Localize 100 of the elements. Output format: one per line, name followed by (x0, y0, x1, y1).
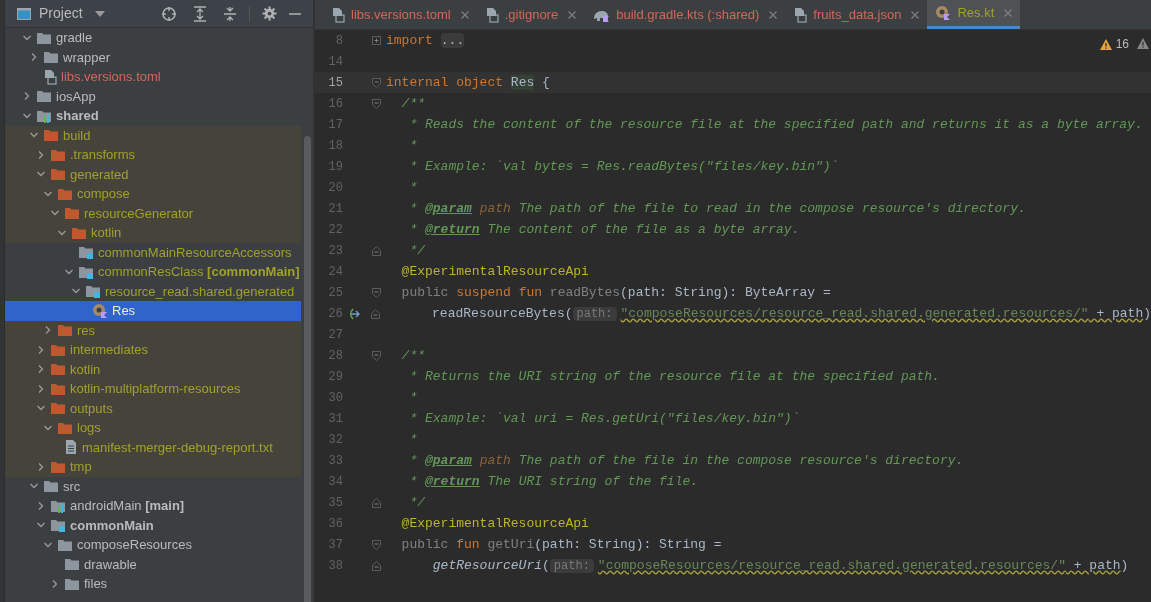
chevron-right-icon[interactable] (36, 461, 46, 472)
fold-icon[interactable] (371, 350, 381, 361)
folder-icon (50, 167, 66, 182)
close-icon[interactable] (911, 10, 920, 19)
settings-icon[interactable] (262, 6, 277, 21)
chevron-right-icon[interactable] (36, 364, 46, 375)
editor-tab[interactable]: Res.kt (927, 0, 1021, 29)
tree-row[interactable]: libs.versions.toml (5, 67, 301, 87)
tab-label: libs.versions.toml (351, 5, 451, 24)
line-number: 16 (327, 95, 343, 113)
tab-label: .gitignore (504, 5, 559, 24)
chevron-right-icon[interactable] (29, 52, 39, 63)
tree-row[interactable]: shared (5, 106, 301, 126)
expand-fold-icon[interactable] (371, 36, 381, 45)
fold-icon[interactable] (371, 77, 381, 88)
tree-row[interactable]: src (5, 476, 301, 496)
tab-label: build.gradle.kts (:shared) (616, 5, 760, 24)
fold-icon[interactable] (370, 308, 380, 319)
line-number: 20 (327, 179, 343, 197)
fold-icon[interactable] (371, 560, 381, 571)
warning-indicator[interactable]: 16 (1099, 35, 1129, 53)
tree-row[interactable]: logs (5, 418, 301, 438)
tree-item-label: androidMain [main] (70, 497, 185, 515)
tree-row[interactable]: resource_read.shared.generated (5, 281, 301, 301)
config-file-icon (43, 68, 57, 85)
line-number: 37 (327, 536, 343, 554)
tree-row[interactable]: outputs (5, 398, 301, 418)
tree-row[interactable]: compose (5, 184, 301, 204)
tree-row[interactable]: kotlin (5, 223, 301, 243)
tree-row[interactable]: commonMain (5, 515, 301, 535)
chevron-right-icon[interactable] (22, 91, 32, 102)
chevron-right-icon[interactable] (50, 578, 60, 589)
folder-icon (64, 576, 80, 591)
close-icon[interactable] (460, 10, 469, 19)
line-number: 18 (327, 137, 343, 155)
tree-row[interactable]: manifest-merger-debug-report.txt (5, 437, 301, 457)
tree-item-label: resourceGenerator (84, 204, 194, 223)
tree-row[interactable]: generated (5, 164, 301, 184)
close-icon[interactable] (1004, 9, 1013, 17)
fold-icon[interactable] (371, 539, 381, 550)
tree-row[interactable]: intermediates (5, 340, 301, 360)
tree-row[interactable]: kotlin (5, 359, 301, 379)
source-folder-icon (78, 264, 94, 279)
tree-row[interactable]: res (5, 320, 301, 340)
source-folder-icon (50, 518, 66, 533)
editor-tab[interactable]: build.gradle.kts (:shared) (584, 0, 786, 29)
line-number: 32 (327, 431, 343, 449)
folder-icon (57, 323, 73, 338)
collapse-all-icon[interactable] (223, 5, 237, 22)
folder-icon (71, 225, 87, 240)
editor-tab[interactable]: .gitignore (476, 0, 585, 29)
tree-item-label: src (63, 477, 81, 496)
crosshair-icon[interactable] (161, 5, 177, 22)
tree-row[interactable]: kotlin-multiplatform-resources (5, 379, 301, 399)
code-text: readResourceBytes( path: "composeResources/resource_read.shared.generated.resources/" + path) (431, 304, 1151, 323)
tree-row[interactable]: commonMainResourceAccessors (5, 242, 301, 262)
folder-icon (43, 479, 59, 494)
editor-tab[interactable]: libs.versions.toml (323, 0, 477, 29)
expand-all-icon[interactable] (193, 5, 207, 22)
module-folder-icon (36, 108, 52, 123)
scrollbar[interactable] (304, 136, 311, 602)
tree-row[interactable]: resourceGenerator (5, 203, 301, 223)
chevron-right-icon[interactable] (36, 383, 46, 394)
tree-row[interactable]: composeResources (5, 535, 301, 555)
window-icon (17, 7, 31, 20)
tree-row[interactable]: iosApp (5, 86, 301, 106)
fold-icon[interactable] (371, 287, 381, 298)
fold-icon[interactable] (371, 245, 381, 256)
tree-row[interactable]: drawable (5, 554, 301, 574)
tree-row[interactable]: .transforms (5, 145, 301, 165)
tree-row[interactable]: gradle (5, 28, 301, 48)
tree-item-label: kotlin (91, 224, 122, 242)
tree-row[interactable]: tmp (5, 457, 301, 477)
tree-row[interactable]: build (5, 125, 301, 145)
line-number: 15 (327, 74, 343, 92)
chevron-right-icon[interactable] (36, 500, 46, 511)
fold-icon[interactable] (371, 497, 381, 508)
project-view-dropdown[interactable]: Project (39, 3, 105, 24)
line-number: 23 (327, 242, 343, 260)
code-text: * @param path The path of the file in the compose resource's directory. (408, 451, 964, 470)
tree-row[interactable]: Res (5, 301, 301, 321)
code-text: * (408, 388, 418, 407)
tree-item-label: resource_read.shared.generated (105, 282, 295, 301)
tree-item-label: wrapper (63, 48, 110, 67)
chevron-right-icon[interactable] (36, 344, 46, 355)
chevron-right-icon[interactable] (36, 149, 46, 160)
folder-icon (36, 89, 52, 104)
minimize-icon[interactable] (289, 11, 301, 16)
tree-row[interactable]: files (5, 574, 301, 594)
tree-item-label: kotlin-multiplatform-resources (70, 380, 241, 398)
tree-row[interactable]: androidMain [main] (5, 496, 301, 516)
fold-icon[interactable] (371, 98, 381, 109)
close-icon[interactable] (769, 10, 778, 19)
tree-row[interactable]: commonResClass [commonMain] (5, 262, 301, 282)
chevron-right-icon[interactable] (43, 325, 53, 336)
code-text: getResourceUri( path: "composeResources/resource_read.shared.generated.resources/" + path) (431, 556, 1129, 575)
tree-row[interactable]: wrapper (5, 47, 301, 67)
close-icon[interactable] (568, 10, 577, 19)
tree-item-label: intermediates (70, 341, 149, 359)
editor-tab[interactable]: fruits_data.json (785, 0, 928, 29)
